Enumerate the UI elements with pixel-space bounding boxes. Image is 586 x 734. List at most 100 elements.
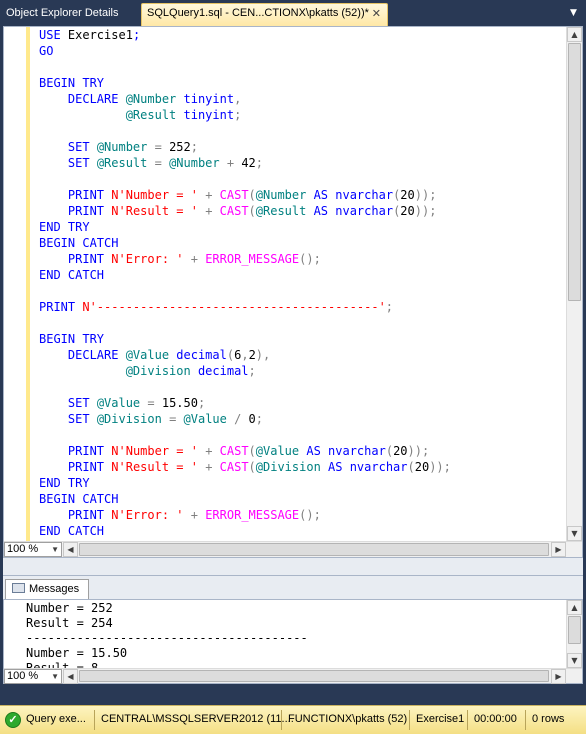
editor-zoom-select[interactable]: 100 % ▼ <box>4 542 62 557</box>
tab-object-explorer-details[interactable]: Object Explorer Details <box>0 3 139 26</box>
code-token: N'Number = ' <box>111 444 206 458</box>
message-line: --------------------------------------- <box>26 631 308 645</box>
code-token: ; <box>197 396 206 410</box>
code-token: SET <box>67 156 97 170</box>
code-token: + <box>226 156 242 170</box>
code-token: BEGIN TRY <box>39 332 105 346</box>
code-line[interactable]: PRINT N'Error: ' + ERROR_MESSAGE(); <box>39 251 564 267</box>
code-line[interactable]: BEGIN CATCH <box>39 235 564 251</box>
code-line[interactable]: USE Exercise1; <box>39 27 564 43</box>
scroll-right-icon[interactable]: ▶ <box>551 542 566 557</box>
code-line[interactable]: PRINT N'Result = ' + CAST(@Result AS nva… <box>39 203 564 219</box>
code-line[interactable]: ⊟BEGIN TRY <box>39 75 564 91</box>
pane-splitter[interactable] <box>3 558 583 575</box>
code-token: ; <box>132 28 141 42</box>
code-line[interactable] <box>39 379 564 395</box>
code-line[interactable]: PRINT N'--------------------------------… <box>39 299 564 315</box>
code-token: ; <box>248 364 256 378</box>
code-line[interactable] <box>39 427 564 443</box>
message-line: Result = 254 <box>26 616 113 630</box>
code-line[interactable] <box>39 315 564 331</box>
code-token: ( <box>407 460 415 474</box>
tab-sqlquery1[interactable]: SQLQuery1.sql - CEN...CTIONX\pkatts (52)… <box>141 3 388 26</box>
code-line[interactable]: PRINT N'Number = ' + CAST(@Value AS nvar… <box>39 443 564 459</box>
scroll-up-icon[interactable]: ▲ <box>567 27 582 42</box>
code-token: @Division <box>125 364 198 378</box>
close-icon[interactable]: ✕ <box>372 7 381 20</box>
code-line[interactable]: SET @Division = @Value / 0; <box>39 411 564 427</box>
code-line[interactable]: DECLARE @Value decimal(6,2), <box>39 347 564 363</box>
results-tab-strip: Messages <box>3 575 583 600</box>
code-line[interactable]: PRINT N'Number = ' + CAST(@Number AS nva… <box>39 187 564 203</box>
scrollbar-thumb[interactable] <box>568 616 581 644</box>
code-token: USE <box>39 28 68 42</box>
code-area[interactable]: USE Exercise1;GO ⊟BEGIN TRY DECLARE @Numb… <box>39 27 564 557</box>
results-vertical-scrollbar[interactable]: ▲ ▼ <box>566 600 582 668</box>
code-line[interactable] <box>39 283 564 299</box>
code-line[interactable]: DECLARE @Number tinyint, <box>39 91 564 107</box>
code-token: 252 <box>169 140 191 154</box>
code-line[interactable] <box>39 123 564 139</box>
code-token: + <box>205 444 220 458</box>
code-line[interactable]: END TRY <box>39 475 564 491</box>
scrollbar-thumb[interactable] <box>79 670 549 682</box>
row-count: 0 rows <box>532 713 565 725</box>
code-line[interactable]: GO <box>39 43 564 59</box>
scrollbar-thumb[interactable] <box>568 43 581 301</box>
code-token: ( <box>248 460 256 474</box>
code-line[interactable]: BEGIN CATCH <box>39 491 564 507</box>
results-zoom-select[interactable]: 100 % ▼ <box>4 669 62 684</box>
code-line[interactable]: END TRY <box>39 219 564 235</box>
tab-label: SQLQuery1.sql - CEN...CTIONX\pkatts (52)… <box>147 7 369 19</box>
messages-pane[interactable]: Number = 252 Result = 254 ----------------… <box>3 599 583 684</box>
scroll-up-icon[interactable]: ▲ <box>567 600 582 615</box>
code-line[interactable]: @Division decimal; <box>39 363 564 379</box>
code-line[interactable]: SET @Value = 15.50; <box>39 395 564 411</box>
code-token: SET <box>67 412 97 426</box>
code-token: PRINT <box>67 508 112 522</box>
scroll-left-icon[interactable]: ◀ <box>63 542 78 557</box>
scrollbar-thumb[interactable] <box>79 543 549 556</box>
code-token: PRINT <box>39 300 83 314</box>
elapsed-time: 00:00:00 <box>474 713 517 725</box>
scroll-right-icon[interactable]: ▶ <box>551 669 566 684</box>
code-line[interactable]: PRINT N'Error: ' + ERROR_MESSAGE(); <box>39 507 564 523</box>
messages-icon <box>12 583 25 593</box>
code-line[interactable]: ⊟BEGIN TRY <box>39 331 564 347</box>
code-line[interactable] <box>39 59 564 75</box>
code-token: END TRY <box>39 476 90 490</box>
code-token: AS nvarchar <box>313 204 394 218</box>
code-line[interactable]: SET @Number = 252; <box>39 139 564 155</box>
code-line[interactable]: END CATCH <box>39 267 564 283</box>
code-token: PRINT <box>67 444 112 458</box>
code-token: BEGIN CATCH <box>39 492 119 506</box>
editor-vertical-scrollbar[interactable]: ▲ ▼ <box>566 27 582 541</box>
query-editor[interactable]: USE Exercise1;GO ⊟BEGIN TRY DECLARE @Numb… <box>3 26 583 558</box>
dropdown-icon[interactable]: ▼ <box>565 5 582 22</box>
status-separator <box>281 710 282 730</box>
code-token: ERROR_MESSAGE <box>205 252 300 266</box>
code-line[interactable]: SET @Result = @Number + 42; <box>39 155 564 171</box>
code-line[interactable]: PRINT N'Result = ' + CAST(@Division AS n… <box>39 459 564 475</box>
tab-messages[interactable]: Messages <box>5 579 89 600</box>
code-line[interactable] <box>39 171 564 187</box>
code-token: ; <box>234 108 242 122</box>
document-tab-strip: Object Explorer Details SQLQuery1.sql - … <box>0 0 586 26</box>
code-token: PRINT <box>67 252 112 266</box>
editor-horizontal-scrollbar[interactable]: 100 % ▼ ◀ ▶ <box>4 541 582 557</box>
results-horizontal-scrollbar[interactable]: 100 % ▼ ◀ ▶ <box>4 668 582 684</box>
scroll-down-icon[interactable]: ▼ <box>567 653 582 668</box>
code-token: PRINT <box>67 204 112 218</box>
code-line[interactable]: END CATCH <box>39 523 564 539</box>
scroll-left-icon[interactable]: ◀ <box>63 669 78 684</box>
code-token: ( <box>248 444 256 458</box>
code-token: N'Result = ' <box>111 204 206 218</box>
chevron-down-icon: ▼ <box>51 545 59 554</box>
scroll-down-icon[interactable]: ▼ <box>567 526 582 541</box>
zoom-value: 100 % <box>7 670 39 682</box>
code-line[interactable]: @Result tinyint; <box>39 107 564 123</box>
